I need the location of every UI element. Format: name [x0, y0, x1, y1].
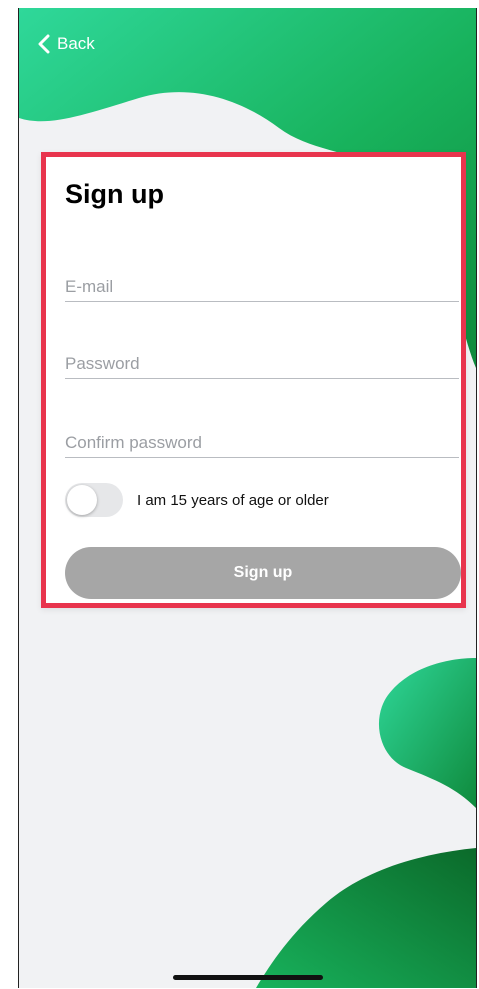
- email-field-container: [65, 273, 459, 302]
- decorative-blob-bottom: [256, 848, 476, 988]
- email-field[interactable]: [65, 273, 459, 301]
- back-label: Back: [57, 34, 95, 53]
- age-toggle-label: I am 15 years of age or older: [137, 491, 329, 509]
- signup-button[interactable]: Sign up: [65, 547, 461, 599]
- chevron-left-icon: [38, 34, 50, 54]
- age-toggle[interactable]: [65, 483, 123, 517]
- app-screen: Back Sign up I am 15 years of age or old…: [18, 8, 477, 988]
- page-title: Sign up: [65, 179, 164, 209]
- age-confirmation-row: I am 15 years of age or older: [65, 483, 329, 517]
- password-field-container: [65, 350, 459, 379]
- back-button[interactable]: Back: [37, 34, 95, 54]
- password-field[interactable]: [65, 350, 459, 378]
- toggle-knob: [67, 485, 97, 515]
- confirm-password-field[interactable]: [65, 429, 459, 457]
- confirm-password-field-container: [65, 429, 459, 458]
- home-indicator[interactable]: [173, 975, 323, 980]
- decorative-blob-middle: [378, 658, 476, 808]
- signup-card: Sign up I am 15 years of age or older Si…: [41, 152, 466, 608]
